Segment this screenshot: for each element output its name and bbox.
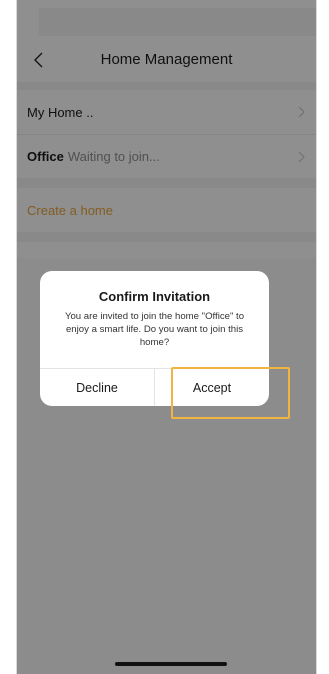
dialog-message: You are invited to join the home "Office… xyxy=(64,311,245,348)
dialog-title: Confirm Invitation xyxy=(98,289,211,304)
home-indicator xyxy=(115,662,227,666)
accept-button[interactable]: Accept xyxy=(155,369,269,406)
confirm-invitation-dialog: Confirm Invitation You are invited to jo… xyxy=(40,271,269,406)
decline-button[interactable]: Decline xyxy=(40,369,154,406)
